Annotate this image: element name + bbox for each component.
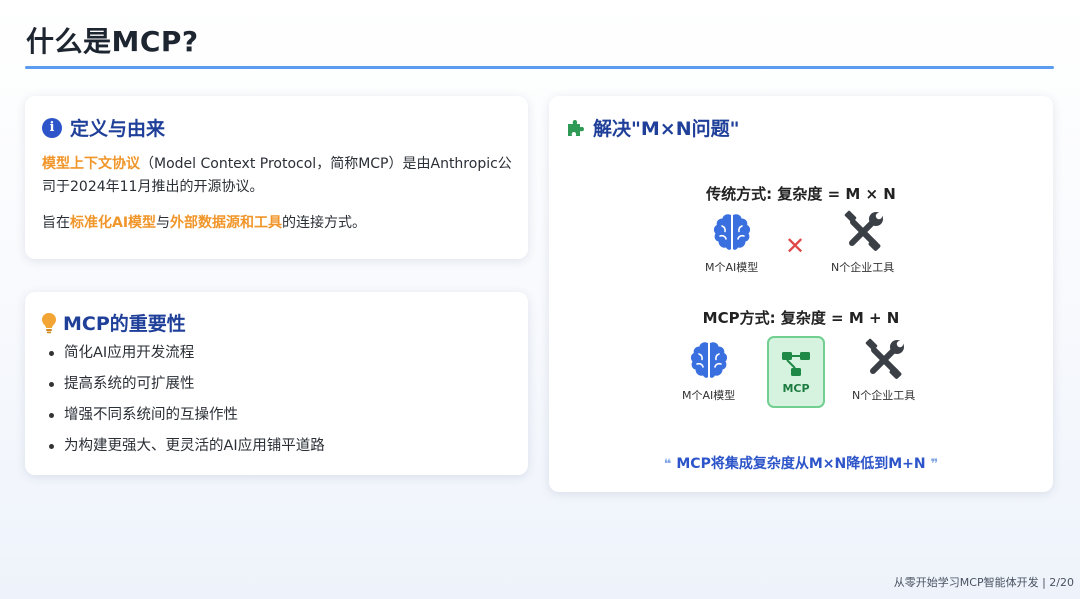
enterprise-tools-group: N个企业工具	[852, 338, 915, 403]
quote-close-icon: ❞	[930, 457, 939, 472]
title-divider	[25, 66, 1054, 69]
solution-heading: 解决"M×N问题"	[593, 118, 740, 140]
list-item-text: 增强不同系统间的互操作性	[64, 407, 238, 423]
importance-header: MCP的重要性	[41, 309, 186, 336]
definition-paragraph-2: 旨在标准化AI模型与外部数据源和工具的连接方式。	[42, 212, 512, 235]
highlight-text: 标准化AI模型	[70, 215, 157, 231]
mxn-solution-card: 解决"M×N问题" 传统方式: 复杂度 = M × N M个AI模型 ✕ N个企…	[549, 96, 1053, 492]
importance-card: MCP的重要性 简化AI应用开发流程 提高系统的可扩展性 增强不同系统间的互操作…	[25, 292, 528, 475]
traditional-approach-title: 传统方式: 复杂度 = M × N	[706, 185, 896, 203]
definition-header: i 定义与由来	[42, 114, 165, 141]
network-nodes-icon	[782, 351, 810, 376]
mcp-hub-label: MCP	[782, 381, 810, 395]
paragraph-text: 旨在	[42, 215, 70, 231]
highlight-text: 外部数据源和工具	[170, 215, 283, 231]
importance-list: 简化AI应用开发流程 提高系统的可扩展性 增强不同系统间的互操作性 为构建更强大…	[49, 343, 325, 467]
info-icon: i	[42, 117, 62, 138]
definition-card: i 定义与由来 模型上下文协议（Model Context Protocol，简…	[25, 96, 528, 259]
multiply-cross-icon: ✕	[785, 232, 806, 260]
puzzle-icon	[566, 118, 586, 138]
mcp-approach-title: MCP方式: 复杂度 = M + N	[702, 309, 900, 327]
list-item: 增强不同系统间的互操作性	[49, 405, 325, 436]
summary-quote: ❝ MCP将集成复杂度从M×N降低到M+N ❞	[549, 453, 1053, 473]
highlight-text: 模型上下文协议	[42, 156, 140, 172]
models-label: M个AI模型	[682, 389, 736, 402]
quote-open-icon: ❝	[663, 457, 672, 472]
bullet-icon	[49, 444, 54, 449]
brain-icon	[713, 214, 750, 250]
tools-label: N个企业工具	[852, 389, 916, 402]
ai-models-group: M个AI模型	[705, 210, 758, 275]
paragraph-text: 与	[156, 215, 171, 231]
list-item-text: 提高系统的可扩展性	[64, 376, 195, 392]
lightbulb-icon	[41, 312, 57, 334]
models-label: M个AI模型	[705, 261, 759, 274]
page-title: 什么是MCP?	[26, 25, 199, 58]
list-item: 简化AI应用开发流程	[49, 343, 325, 374]
tools-icon	[865, 338, 904, 379]
solution-header: 解决"M×N问题"	[566, 114, 740, 141]
definition-heading: 定义与由来	[70, 118, 166, 140]
ai-models-group: M个AI模型	[682, 338, 735, 403]
importance-heading: MCP的重要性	[63, 313, 186, 335]
bullet-icon	[49, 413, 54, 418]
list-item: 为构建更强大、更灵活的AI应用铺平道路	[49, 436, 325, 467]
quote-text: MCP将集成复杂度从M×N降低到M+N	[676, 456, 926, 472]
slide-footer: 从零开始学习MCP智能体开发 | 2/20	[893, 576, 1074, 589]
enterprise-tools-group: N个企业工具	[831, 210, 894, 275]
brain-icon	[690, 342, 727, 378]
bullet-icon	[49, 351, 54, 356]
list-item-text: 为构建更强大、更灵活的AI应用铺平道路	[64, 438, 325, 454]
list-item-text: 简化AI应用开发流程	[64, 345, 195, 361]
tools-icon	[844, 210, 883, 251]
bullet-icon	[49, 382, 54, 387]
definition-paragraph-1: 模型上下文协议（Model Context Protocol，简称MCP）是由A…	[42, 153, 512, 199]
tools-label: N个企业工具	[831, 261, 895, 274]
list-item: 提高系统的可扩展性	[49, 374, 325, 405]
paragraph-text: 的连接方式。	[282, 215, 367, 231]
mcp-hub: MCP	[767, 336, 825, 408]
